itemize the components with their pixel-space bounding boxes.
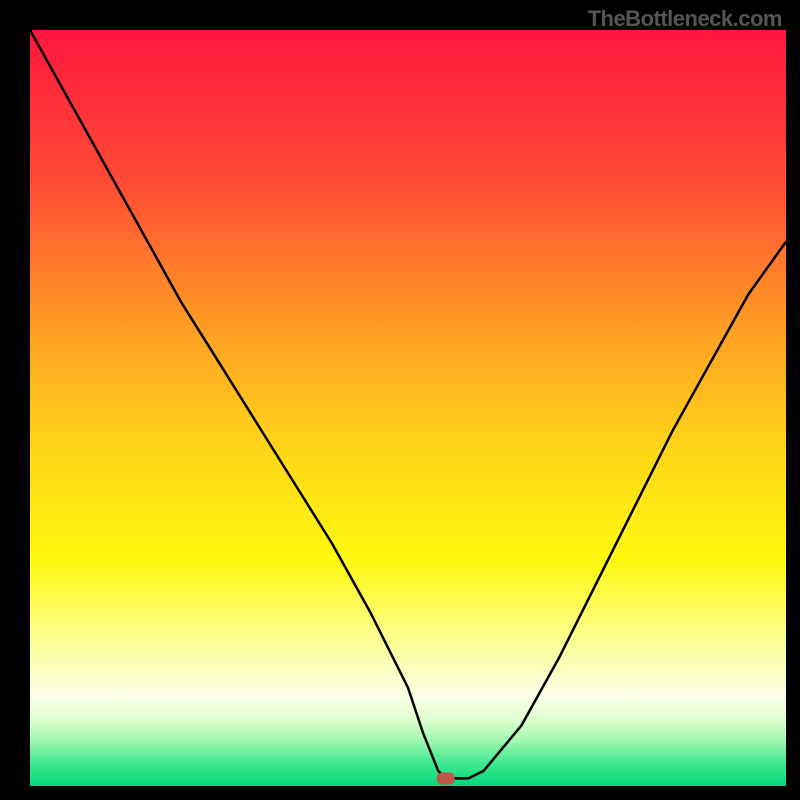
plot-background xyxy=(30,30,786,786)
chart-container: TheBottleneck.com xyxy=(0,0,800,800)
optimal-marker xyxy=(437,772,455,784)
attribution-label: TheBottleneck.com xyxy=(588,6,782,32)
bottleneck-chart xyxy=(0,0,800,800)
